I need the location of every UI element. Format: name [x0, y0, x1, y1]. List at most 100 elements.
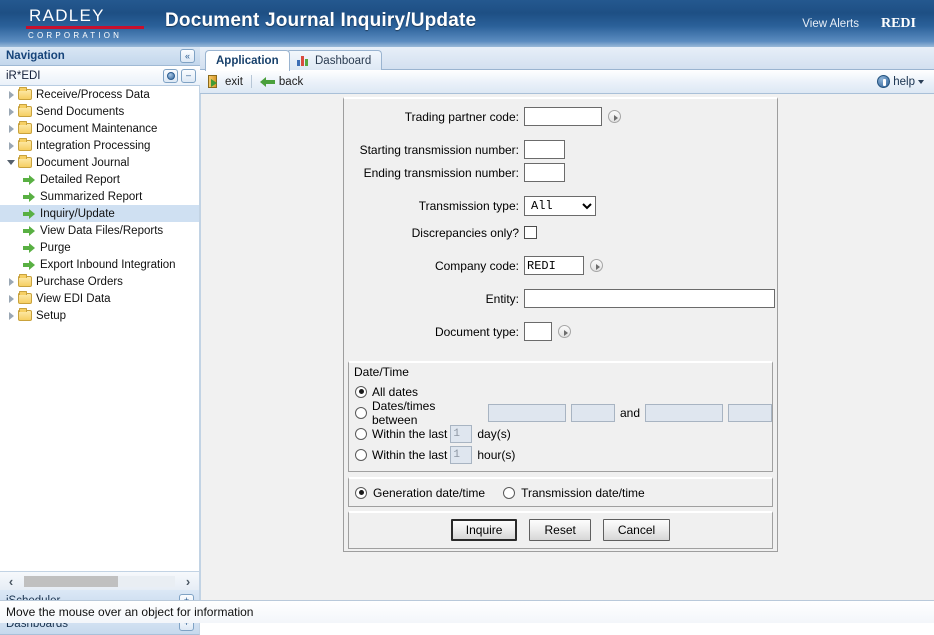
cancel-button[interactable]: Cancel	[603, 519, 670, 541]
tree-collapsed-icon[interactable]	[4, 91, 18, 99]
back-button[interactable]: back	[252, 71, 311, 93]
navigation-panel: Navigation « iR*EDI – Receive/Process Da…	[0, 47, 200, 600]
tree-item-view-edi-data[interactable]: View EDI Data	[0, 290, 199, 307]
tree-item-export-inbound-integration[interactable]: Export Inbound Integration	[0, 256, 199, 273]
exit-icon	[208, 75, 221, 88]
generation-datetime-label: Generation date/time	[373, 486, 485, 500]
folder-icon	[18, 293, 32, 304]
tree-item-label: View EDI Data	[36, 293, 111, 305]
discrepancies-only-checkbox[interactable]	[524, 226, 537, 239]
tree-item-summarized-report[interactable]: Summarized Report	[0, 188, 199, 205]
trading-partner-code-input[interactable]	[524, 107, 602, 126]
tree-item-label: Export Inbound Integration	[40, 259, 176, 271]
tree-item-integration-processing[interactable]: Integration Processing	[0, 137, 199, 154]
tree-item-purge[interactable]: Purge	[0, 239, 199, 256]
starting-transmission-number-input[interactable]	[524, 140, 565, 159]
dates-between-radio[interactable]	[355, 407, 367, 419]
tree-item-inquiry-update[interactable]: Inquiry/Update	[0, 205, 199, 222]
tree-item-detailed-report[interactable]: Detailed Report	[0, 171, 199, 188]
navigation-header: Navigation «	[0, 47, 200, 66]
help-label: help	[893, 76, 915, 88]
tab-application[interactable]: Application	[205, 50, 290, 71]
document-type-input[interactable]	[524, 322, 552, 341]
navigation-title: Navigation	[0, 50, 65, 62]
scrollbar-thumb[interactable]	[24, 576, 118, 587]
green-arrow-icon	[22, 243, 36, 253]
scroll-left-arrow-icon[interactable]: ‹	[0, 575, 22, 588]
inquiry-form-panel: Trading partner code: Starting transmiss…	[343, 97, 778, 552]
navigation-tree[interactable]: Receive/Process DataSend DocumentsDocume…	[0, 86, 200, 571]
radio-row-within-hours: Within the last hour(s)	[349, 444, 772, 465]
exit-button[interactable]: exit	[200, 71, 251, 93]
gear-icon[interactable]	[163, 69, 178, 83]
transmission-datetime-radio[interactable]	[503, 487, 515, 499]
field-row-transmission-type: Transmission type: All	[344, 194, 777, 217]
collapse-navigation-button[interactable]: «	[180, 49, 195, 63]
criteria-fieldset: Trading partner code: Starting transmiss…	[344, 99, 777, 355]
logo-main-text: RADLEY	[22, 6, 150, 25]
tree-expanded-icon[interactable]	[4, 160, 18, 165]
scrollbar-track[interactable]	[24, 576, 175, 587]
tab-dashboard-label: Dashboard	[315, 55, 371, 67]
transmission-datetime-label: Transmission date/time	[521, 486, 645, 500]
header-right-area: View Alerts REDI	[802, 15, 934, 33]
spacer	[344, 310, 777, 320]
entity-label: Entity:	[344, 292, 524, 306]
tree-collapsed-icon[interactable]	[4, 278, 18, 286]
tree-item-label: View Data Files/Reports	[40, 225, 163, 237]
minimize-tree-button[interactable]: –	[181, 69, 196, 83]
within-days-input[interactable]	[450, 425, 472, 443]
generation-datetime-radio[interactable]	[355, 487, 367, 499]
between-time-from-input[interactable]	[571, 404, 615, 422]
tab-dashboard[interactable]: Dashboard	[286, 50, 382, 70]
within-hours-input[interactable]	[450, 446, 472, 464]
within-hours-suffix-label: hour(s)	[477, 448, 515, 462]
bar-chart-icon	[297, 55, 310, 66]
ending-transmission-number-input[interactable]	[524, 163, 565, 182]
tree-item-purchase-orders[interactable]: Purchase Orders	[0, 273, 199, 290]
green-arrow-icon	[22, 260, 36, 270]
tab-application-label: Application	[216, 55, 279, 67]
reset-button[interactable]: Reset	[529, 519, 590, 541]
tree-collapsed-icon[interactable]	[4, 125, 18, 133]
tree-item-view-data-files-reports[interactable]: View Data Files/Reports	[0, 222, 199, 239]
exit-label: exit	[225, 76, 243, 88]
green-arrow-icon	[22, 192, 36, 202]
logo-sub-text: CORPORATION	[22, 31, 150, 40]
all-dates-radio[interactable]	[355, 386, 367, 398]
tree-collapsed-icon[interactable]	[4, 142, 18, 150]
view-alerts-link[interactable]: View Alerts	[802, 18, 859, 30]
discrepancies-only-label: Discrepancies only?	[344, 226, 524, 240]
tree-collapsed-icon[interactable]	[4, 295, 18, 303]
between-time-to-input[interactable]	[728, 404, 772, 422]
navigation-horizontal-scrollbar[interactable]: ‹ ›	[0, 571, 200, 590]
spacer	[344, 277, 777, 287]
tree-item-receive-process-data[interactable]: Receive/Process Data	[0, 86, 199, 103]
transmission-type-select[interactable]: All	[524, 196, 596, 216]
tree-item-document-maintenance[interactable]: Document Maintenance	[0, 120, 199, 137]
between-date-to-input[interactable]	[645, 404, 723, 422]
inquire-button[interactable]: Inquire	[451, 519, 518, 541]
scroll-right-arrow-icon[interactable]: ›	[177, 575, 199, 588]
tree-item-send-documents[interactable]: Send Documents	[0, 103, 199, 120]
current-user-label: REDI	[881, 16, 916, 32]
document-type-label: Document type:	[344, 325, 524, 339]
company-code-input[interactable]	[524, 256, 584, 275]
within-hours-radio[interactable]	[355, 449, 367, 461]
entity-input[interactable]	[524, 289, 775, 308]
tree-item-label: Purchase Orders	[36, 276, 123, 288]
tree-collapsed-icon[interactable]	[4, 108, 18, 116]
radley-logo: RADLEY CORPORATION	[22, 6, 150, 42]
within-days-radio[interactable]	[355, 428, 367, 440]
tree-item-document-journal[interactable]: Document Journal	[0, 154, 199, 171]
company-code-lookup-icon[interactable]	[590, 259, 603, 272]
status-bar: Move the mouse over an object for inform…	[0, 600, 934, 623]
spacer	[344, 244, 777, 254]
between-date-from-input[interactable]	[488, 404, 566, 422]
help-menu-button[interactable]: help	[877, 75, 934, 88]
tree-collapsed-icon[interactable]	[4, 312, 18, 320]
tree-item-setup[interactable]: Setup	[0, 307, 199, 324]
trading-partner-code-lookup-icon[interactable]	[608, 110, 621, 123]
folder-icon	[18, 310, 32, 321]
document-type-lookup-icon[interactable]	[558, 325, 571, 338]
